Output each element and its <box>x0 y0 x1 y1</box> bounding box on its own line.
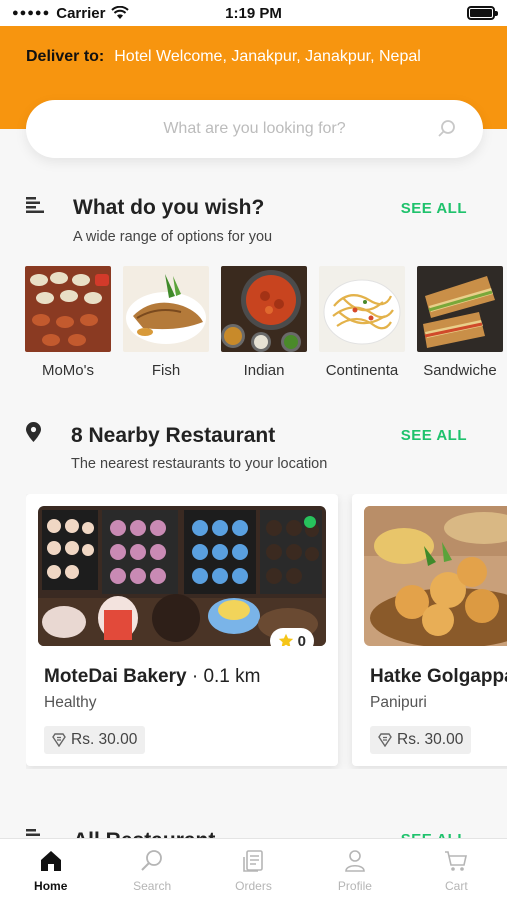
category-image-continental <box>319 266 405 352</box>
star-icon <box>278 633 293 646</box>
restaurant-image <box>364 506 507 646</box>
restaurant-name-row: Hatke Golgappa <box>370 666 507 688</box>
nav-cart-label: Cart <box>444 879 468 893</box>
category-label: Continenta <box>325 362 399 379</box>
restaurant-category: Panipuri <box>370 694 427 711</box>
category-image-indian <box>221 266 307 352</box>
restaurant-carousel: 0 MoteDai Bakery · 0.1 km Healthy Rs. 30… <box>26 494 507 769</box>
category-label: MoMo's <box>41 362 95 379</box>
open-status-dot <box>304 516 316 528</box>
price-value: Rs. 30.00 <box>71 731 138 748</box>
category-item[interactable]: Sandwiche <box>417 266 503 386</box>
price-value: Rs. 30.00 <box>397 731 464 748</box>
nav-cart[interactable]: Cart <box>406 839 507 900</box>
nav-orders-label: Orders <box>235 879 272 893</box>
cart-icon <box>445 851 468 871</box>
nearby-see-all-link[interactable]: SEE ALL <box>401 427 467 444</box>
deliver-to-row[interactable]: Deliver to: Hotel Welcome, Janakpur, Jan… <box>26 48 421 66</box>
list-menu-icon <box>26 197 44 213</box>
bottom-navigation: Home Search Orders Profile Cart <box>0 838 507 900</box>
restaurant-name-row: MoteDai Bakery · 0.1 km <box>44 666 260 688</box>
price-badge: Rs. 30.00 <box>44 726 146 754</box>
search-icon <box>141 850 163 871</box>
category-item[interactable]: Indian <box>221 266 307 386</box>
category-label: Indian <box>243 362 285 379</box>
category-image-fish <box>123 266 209 352</box>
price-badge: Rs. 30.00 <box>370 726 472 754</box>
rating-value: 0 <box>297 632 306 647</box>
restaurant-card[interactable]: 0 MoteDai Bakery · 0.1 km Healthy Rs. 30… <box>26 494 338 766</box>
restaurant-distance: · 0.1 km <box>191 666 261 687</box>
nav-search[interactable]: Search <box>101 839 202 900</box>
carrier-label: Carrier <box>56 4 106 22</box>
category-label: Sandwiche <box>423 362 497 379</box>
restaurant-name: MoteDai Bakery <box>44 666 187 687</box>
restaurant-image: 0 <box>38 506 326 646</box>
nav-profile-label: Profile <box>337 879 372 893</box>
wish-section-title: What do you wish? <box>73 196 265 219</box>
nav-home[interactable]: Home <box>0 839 101 900</box>
wifi-icon <box>111 6 130 19</box>
category-list: MoMo's Fish Indian Continenta Sandwiche <box>25 266 507 386</box>
status-time: 1:19 PM <box>225 4 282 22</box>
search-icon[interactable] <box>437 119 457 139</box>
nearby-section-subtitle: The nearest restaurants to your location <box>71 456 328 472</box>
nav-home-label: Home <box>34 879 68 893</box>
wish-see-all-link[interactable]: SEE ALL <box>401 200 467 217</box>
location-pin-icon <box>26 422 41 442</box>
category-image-momo <box>25 266 111 352</box>
home-icon <box>40 851 61 871</box>
price-tag-icon <box>378 733 392 747</box>
deliver-to-label: Deliver to: <box>26 48 105 65</box>
restaurant-name: Hatke Golgappa <box>370 666 507 687</box>
status-bar: ●●●●● Carrier 1:19 PM <box>0 0 507 26</box>
restaurant-card[interactable]: Hatke Golgappa Panipuri Rs. 30.00 <box>352 494 507 766</box>
restaurant-category: Healthy <box>44 694 97 711</box>
category-item[interactable]: MoMo's <box>25 266 111 386</box>
battery-icon <box>467 6 498 20</box>
nav-orders[interactable]: Orders <box>203 839 304 900</box>
category-item[interactable]: Fish <box>123 266 209 386</box>
category-image-sandwich <box>417 266 503 352</box>
price-tag-icon <box>52 733 66 747</box>
profile-icon <box>345 850 365 872</box>
category-item[interactable]: Continenta <box>319 266 405 386</box>
rating-badge: 0 <box>269 628 314 647</box>
nav-search-label: Search <box>133 879 172 893</box>
status-left: ●●●●● Carrier <box>12 4 130 22</box>
category-label: Fish <box>151 362 181 379</box>
search-placeholder[interactable]: What are you looking for? <box>163 120 345 138</box>
nearby-section-title: 8 Nearby Restaurant <box>71 424 276 447</box>
wish-section-subtitle: A wide range of options for you <box>73 229 273 245</box>
orders-icon <box>242 850 263 872</box>
search-bar[interactable]: What are you looking for? <box>26 100 483 158</box>
nav-profile[interactable]: Profile <box>304 839 405 900</box>
signal-dots-icon: ●●●●● <box>12 7 51 19</box>
delivery-address[interactable]: Hotel Welcome, Janakpur, Janakpur, Nepal <box>114 48 421 66</box>
